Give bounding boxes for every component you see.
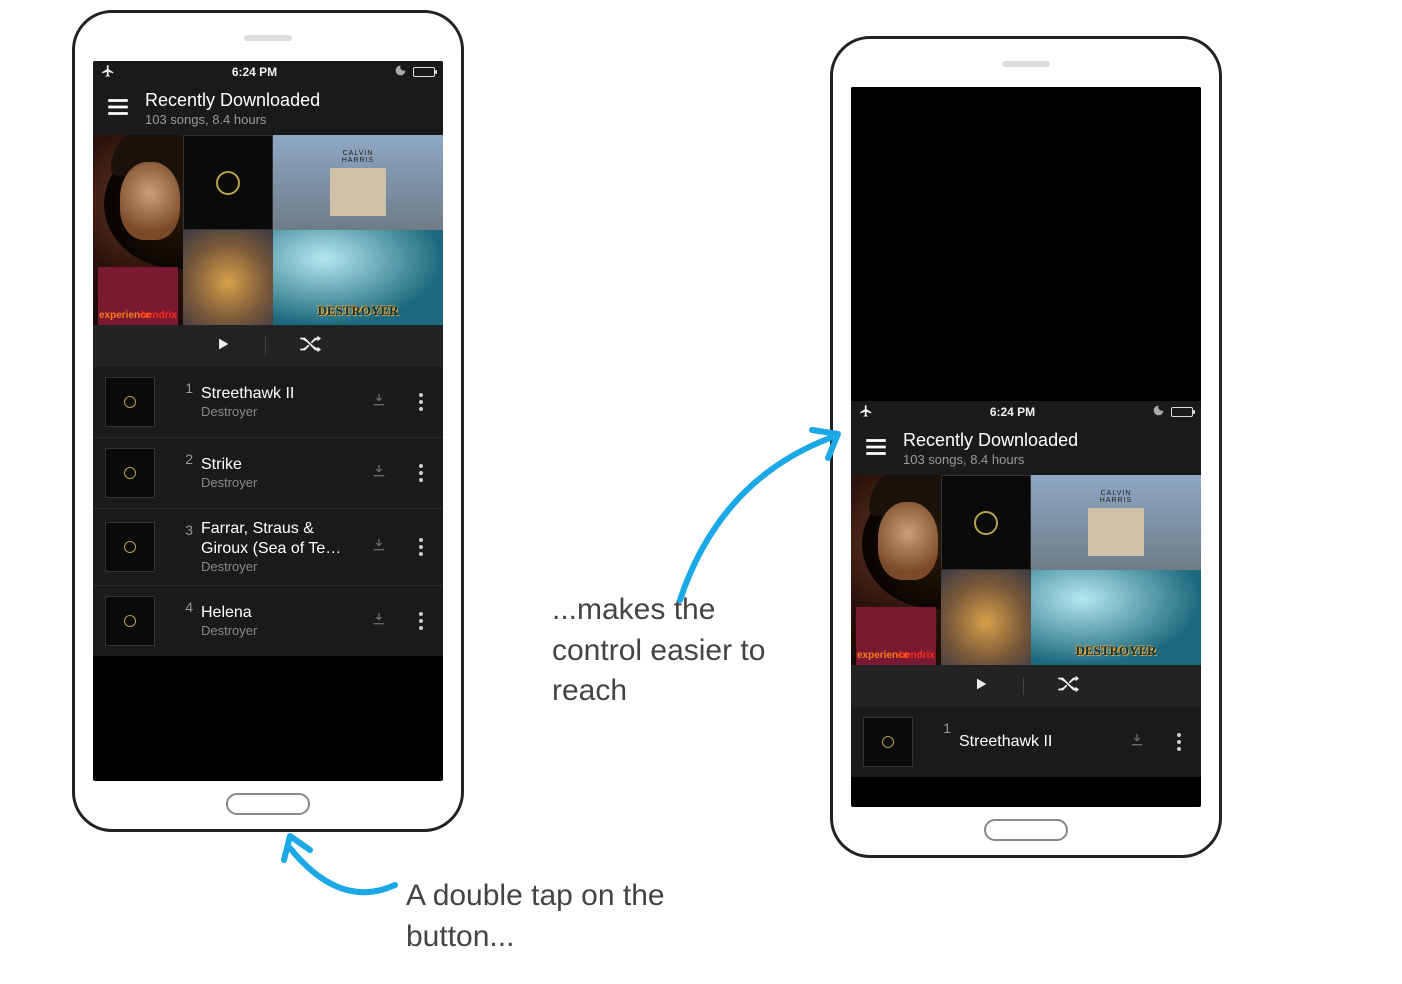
more-icon[interactable] [409, 393, 433, 411]
page-title: Recently Downloaded [903, 430, 1078, 452]
album-art-label: DESTROYER [318, 303, 399, 319]
album-art-label: hendrix [899, 650, 935, 661]
annotation-text-left: A double tap on the button... [406, 876, 726, 957]
airplane-mode-icon [101, 64, 115, 81]
download-icon[interactable] [371, 392, 401, 413]
battery-icon [1171, 407, 1193, 417]
album-art-label: HARRIS [1100, 497, 1132, 504]
album-art-label: CALVIN [343, 150, 374, 157]
album-art-grid: CALVIN HARRIS experience hendrix DESTROY… [851, 475, 1201, 665]
song-title: Helena [201, 603, 363, 623]
more-icon[interactable] [1167, 733, 1191, 751]
album-art[interactable] [941, 570, 1031, 665]
album-art[interactable]: experience hendrix [93, 135, 183, 325]
status-time: 6:24 PM [873, 405, 1152, 419]
status-bar: 6:24 PM [93, 61, 443, 83]
song-artist: Destroyer [201, 623, 363, 639]
app-header: Recently Downloaded 103 songs, 8.4 hours [93, 83, 443, 135]
status-bar: 6:24 PM [851, 401, 1201, 423]
reachability-blank-area [851, 87, 1201, 401]
menu-icon[interactable] [863, 434, 889, 465]
song-list[interactable]: 1 Streethawk IIDestroyer 2 StrikeDestroy… [93, 367, 443, 656]
divider [1023, 677, 1024, 695]
page-title: Recently Downloaded [145, 90, 320, 112]
song-title: Streethawk II [959, 732, 1121, 752]
song-artist: Destroyer [201, 559, 363, 575]
menu-icon[interactable] [105, 94, 131, 125]
song-thumb [105, 596, 155, 646]
download-icon[interactable] [371, 463, 401, 484]
app-header: Recently Downloaded 103 songs, 8.4 hours [851, 423, 1201, 475]
album-art[interactable] [183, 135, 273, 230]
album-art[interactable]: DESTROYER [1031, 570, 1201, 665]
album-art-label: HARRIS [342, 157, 374, 164]
album-art[interactable]: DESTROYER [273, 230, 443, 325]
more-icon[interactable] [409, 538, 433, 556]
phone-mockup-left: 6:24 PM Recently Downloaded 103 songs, 8… [72, 10, 464, 832]
song-number: 1 [933, 717, 951, 736]
shuffle-button[interactable] [1058, 675, 1080, 698]
song-list[interactable]: 1 Streethawk II [851, 707, 1201, 777]
song-number: 2 [175, 448, 193, 467]
more-icon[interactable] [409, 464, 433, 482]
song-thumb [105, 448, 155, 498]
phone-speaker [244, 35, 292, 41]
divider [265, 337, 266, 355]
album-art[interactable]: CALVIN HARRIS [1031, 475, 1201, 570]
airplane-mode-icon [859, 404, 873, 421]
song-row[interactable]: 3 Farrar, Straus & Giroux (Sea of Te…Des… [93, 509, 443, 586]
song-artist: Destroyer [201, 404, 363, 420]
song-row[interactable]: 4 HelenaDestroyer [93, 586, 443, 656]
annotation-arrow-right [660, 420, 860, 615]
album-art-label: CALVIN [1101, 490, 1132, 497]
song-number: 1 [175, 377, 193, 396]
page-subtitle: 103 songs, 8.4 hours [145, 112, 320, 128]
album-art-label: hendrix [141, 310, 177, 321]
song-row[interactable]: 2 StrikeDestroyer [93, 438, 443, 509]
song-row[interactable]: 1 Streethawk II [851, 707, 1201, 777]
play-button[interactable] [973, 676, 989, 697]
status-time: 6:24 PM [115, 65, 394, 79]
play-button[interactable] [215, 336, 231, 357]
home-button[interactable] [226, 793, 310, 815]
download-icon[interactable] [1129, 732, 1159, 753]
song-thumb [105, 377, 155, 427]
album-art-label: DESTROYER [1076, 643, 1157, 659]
album-art[interactable]: experience hendrix [851, 475, 941, 665]
playback-controls [93, 325, 443, 367]
do-not-disturb-icon [1152, 404, 1165, 420]
battery-icon [413, 67, 435, 77]
download-icon[interactable] [371, 537, 401, 558]
phone-mockup-right: 6:24 PM Recently Downloaded 103 son [830, 36, 1222, 858]
song-number: 3 [175, 519, 193, 538]
song-thumb [863, 717, 913, 767]
album-art[interactable]: CALVIN HARRIS [273, 135, 443, 230]
more-icon[interactable] [409, 612, 433, 630]
download-icon[interactable] [371, 611, 401, 632]
song-artist: Destroyer [201, 475, 363, 491]
song-title: Streethawk II [201, 384, 363, 404]
do-not-disturb-icon [394, 64, 407, 80]
song-number: 4 [175, 596, 193, 615]
song-title: Farrar, Straus & Giroux (Sea of Te… [201, 519, 363, 559]
phone-speaker [1002, 61, 1050, 67]
album-art-grid: CALVIN HARRIS experience hendrix DESTROY… [93, 135, 443, 325]
playback-controls [851, 665, 1201, 707]
album-art[interactable] [183, 230, 273, 325]
phone-screen-left: 6:24 PM Recently Downloaded 103 songs, 8… [93, 61, 443, 781]
phone-screen-right: 6:24 PM Recently Downloaded 103 son [851, 87, 1201, 807]
home-button[interactable] [984, 819, 1068, 841]
song-thumb [105, 522, 155, 572]
song-title: Strike [201, 455, 363, 475]
shuffle-button[interactable] [300, 335, 322, 358]
song-row[interactable]: 1 Streethawk IIDestroyer [93, 367, 443, 438]
page-subtitle: 103 songs, 8.4 hours [903, 452, 1078, 468]
album-art[interactable] [941, 475, 1031, 570]
annotation-arrow-left [270, 830, 410, 925]
